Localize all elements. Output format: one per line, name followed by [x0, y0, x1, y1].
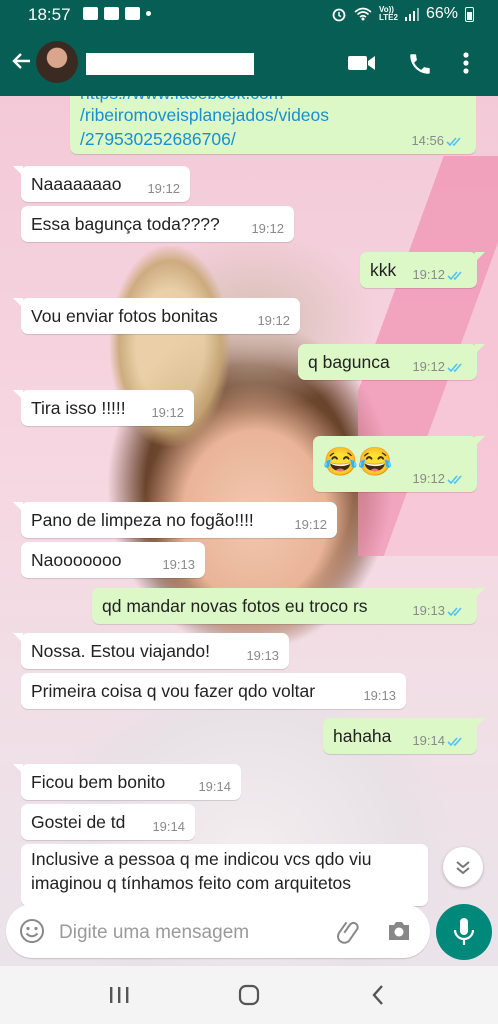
back-icon[interactable] — [370, 984, 386, 1006]
message-outgoing[interactable]: q bagunca 19:12 — [298, 344, 485, 380]
message-incoming[interactable]: Primeira coisa q vou fazer qdo voltar 19… — [21, 673, 406, 709]
read-ticks-icon — [447, 737, 462, 747]
recent-apps-icon[interactable] — [108, 985, 130, 1005]
read-ticks-icon — [447, 271, 462, 281]
contact-name[interactable] — [86, 53, 254, 75]
message-text: imaginou q tínhamos feito com arquitetos — [31, 873, 352, 893]
battery-icon — [465, 6, 474, 22]
message-incoming[interactable]: Gostei de td 19:14 — [21, 804, 195, 840]
emoji-icon[interactable] — [19, 918, 45, 944]
gallery-notification-icon — [83, 7, 98, 20]
chat-header — [0, 30, 498, 96]
message-text: Primeira coisa q vou fazer qdo voltar — [31, 681, 316, 701]
status-bar: 18:57 Vo)) LTE2 66% — [0, 0, 498, 30]
message-incoming[interactable]: Essa bagunça toda???? 19:12 — [21, 206, 294, 242]
message-incoming[interactable]: Naooooooo 19:13 — [21, 542, 205, 578]
network-type: Vo)) LTE2 — [379, 6, 398, 22]
message-outgoing[interactable]: hahaha 19:14 — [323, 718, 485, 754]
youtube-notification-icon — [125, 7, 140, 20]
message-time: 19:13 — [363, 688, 396, 703]
message-incoming[interactable]: Nossa. Estou viajando! 19:13 — [13, 633, 289, 669]
attach-icon[interactable] — [336, 918, 362, 944]
app-notification-icon — [104, 7, 119, 20]
message-link[interactable]: /279530252686706/ — [80, 126, 236, 152]
read-ticks-icon — [447, 363, 462, 373]
status-right: Vo)) LTE2 66% — [331, 5, 474, 23]
message-incoming[interactable]: Inclusive a pessoa q me indicou vcs qdo … — [21, 844, 428, 906]
lte-label: LTE2 — [379, 13, 398, 22]
notification-icons — [83, 7, 151, 20]
message-time: 19:12 — [251, 221, 284, 236]
mic-button[interactable] — [436, 904, 492, 960]
message-link[interactable]: /ribeiromoveisplanejados/videos — [80, 102, 329, 128]
message-time: 19:13 — [162, 557, 195, 572]
read-ticks-icon — [447, 475, 462, 485]
status-time: 18:57 — [28, 5, 71, 24]
message-text: Naooooooo — [31, 550, 122, 570]
message-text: Inclusive a pessoa q me indicou vcs qdo … — [31, 849, 372, 869]
message-text: Tira isso !!!!! — [31, 398, 126, 418]
message-input-box[interactable]: Digite uma mensagem — [6, 904, 430, 958]
message-incoming[interactable]: Vou enviar fotos bonitas 19:12 — [13, 298, 300, 334]
message-text: Pano de limpeza no fogão!!!! — [31, 510, 254, 530]
system-nav-bar — [0, 966, 498, 1024]
wifi-icon — [354, 7, 372, 21]
avatar[interactable] — [36, 41, 78, 83]
message-time: 14:56 — [411, 133, 444, 148]
message-emoji: 😂😂 — [323, 446, 393, 477]
signal-icon — [404, 7, 419, 21]
message-outgoing[interactable]: https://www.facebook.com /ribeiromoveisp… — [70, 96, 476, 154]
message-time: 19:12 — [257, 313, 290, 328]
message-text: qd mandar novas fotos eu troco rs — [102, 596, 368, 616]
chat-area[interactable]: https://www.facebook.com /ribeiromoveisp… — [0, 96, 498, 966]
message-text: Essa bagunça toda???? — [31, 214, 220, 234]
message-time: 19:14 — [152, 819, 185, 834]
battery-percent: 66% — [425, 5, 458, 22]
read-ticks-icon — [446, 137, 461, 147]
video-call-icon[interactable] — [348, 54, 376, 72]
back-arrow-icon[interactable] — [10, 49, 34, 73]
message-incoming[interactable]: Ficou bem bonito 19:14 — [13, 764, 241, 800]
message-time: 19:12 — [147, 181, 180, 196]
message-text: Ficou bem bonito — [31, 772, 166, 792]
message-text: hahaha — [333, 726, 392, 746]
message-incoming[interactable]: Naaaaaaao 19:12 — [13, 166, 190, 202]
scroll-to-bottom-button[interactable] — [443, 847, 483, 887]
message-time: 19:12 — [412, 471, 445, 486]
message-text: Gostei de td — [31, 812, 126, 832]
home-icon[interactable] — [238, 984, 260, 1006]
alarm-icon — [332, 8, 346, 22]
microphone-icon — [453, 918, 475, 945]
message-time: 19:13 — [412, 603, 445, 618]
message-incoming[interactable]: Tira isso !!!!! 19:12 — [13, 390, 194, 426]
message-input[interactable]: Digite uma mensagem — [59, 922, 249, 944]
message-time: 19:12 — [294, 517, 327, 532]
message-outgoing[interactable]: qd mandar novas fotos eu troco rs 19:13 — [92, 588, 485, 624]
message-time: 19:13 — [246, 648, 279, 663]
read-ticks-icon — [447, 607, 462, 617]
message-text: Nossa. Estou viajando! — [31, 641, 210, 661]
message-text: Vou enviar fotos bonitas — [31, 306, 218, 326]
message-text: q bagunca — [308, 352, 390, 372]
message-time: 19:12 — [412, 359, 445, 374]
message-time: 19:12 — [412, 267, 445, 282]
message-incoming[interactable]: Pano de limpeza no fogão!!!! 19:12 — [13, 502, 337, 538]
message-time: 19:12 — [151, 405, 184, 420]
message-text: kkk — [370, 260, 397, 280]
more-notifications-icon — [146, 11, 151, 16]
camera-icon[interactable] — [386, 919, 412, 943]
message-text: Naaaaaaao — [31, 174, 122, 194]
chevron-double-down-icon — [456, 861, 470, 875]
phone-icon[interactable] — [407, 51, 433, 77]
message-outgoing[interactable]: kkk 19:12 — [360, 252, 485, 288]
message-time: 19:14 — [198, 779, 231, 794]
message-time: 19:14 — [412, 733, 445, 748]
message-outgoing[interactable]: 😂😂 19:12 — [313, 436, 485, 492]
more-vertical-icon[interactable] — [462, 51, 470, 75]
